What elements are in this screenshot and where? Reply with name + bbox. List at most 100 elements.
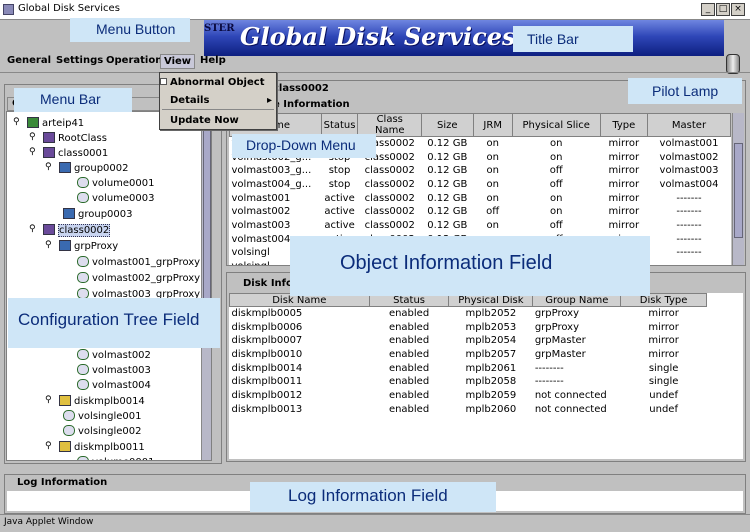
object-cell: mirror — [608, 165, 640, 177]
tree-scrollbar-thumb[interactable] — [203, 120, 211, 320]
disk-cell: enabled — [388, 403, 430, 415]
tree-node-volmast002[interactable]: volmast002 — [77, 349, 151, 361]
volume-icon — [77, 177, 89, 188]
object-cell: on — [486, 138, 499, 150]
collapse-icon[interactable]: ⚲ — [29, 224, 36, 234]
col-physical-slice[interactable]: Physical Slice — [511, 113, 601, 137]
disk-information-panel: Disk Info Disk Name Status Physical Disk… — [226, 272, 746, 462]
object-cell: 0.12 GB — [427, 219, 468, 231]
collapse-icon[interactable]: ⚲ — [45, 395, 52, 405]
disk-row[interactable]: diskmplb0005 enabled mplb2052 grpProxy mirro… — [230, 307, 707, 321]
disk-row[interactable]: diskmplb0006 enabled mplb2053 grpProxy mirro… — [230, 320, 707, 334]
disk-cell: single — [648, 362, 679, 374]
maximize-icon[interactable]: □ — [716, 3, 730, 16]
col-size[interactable]: Size — [420, 113, 474, 137]
collapse-icon[interactable]: ⚲ — [45, 441, 52, 451]
tree-node-rootclass[interactable]: ⚲ RootClass — [29, 132, 107, 144]
tree-node-volume0001[interactable]: volume0001 — [77, 177, 155, 189]
tree-node-grpproxy[interactable]: ⚲ grpProxy — [45, 240, 118, 252]
object-cell: active — [324, 192, 355, 204]
tree-node-label: arteip41 — [42, 118, 85, 129]
disk-row[interactable]: diskmplb0014 enabled mplb2061 -------- singl… — [230, 361, 707, 375]
checkbox-icon[interactable] — [160, 78, 167, 85]
tree-node-volume0003[interactable]: volume0003 — [77, 192, 155, 204]
disk-row[interactable]: diskmplb0011 enabled mplb2058 -------- singl… — [230, 375, 707, 389]
tree-node-diskmplb0014[interactable]: ⚲ diskmplb0014 — [45, 395, 145, 407]
tree-node-class0002[interactable]: ⚲ class0002 — [29, 224, 111, 237]
object-scrollbar-thumb[interactable] — [734, 143, 743, 238]
object-row[interactable]: volmast001 active class0002 0.12 GB on on mirr… — [230, 191, 731, 205]
minimize-icon[interactable]: _ — [701, 3, 715, 16]
tree-node-volmast003[interactable]: volmast003 — [77, 364, 151, 376]
object-row[interactable]: volmast003_g... stop class0002 0.12 GB on off… — [230, 164, 731, 178]
col-jrm[interactable]: JRM — [472, 113, 513, 137]
disk-cell: diskmplb0006 — [231, 321, 303, 333]
object-row[interactable]: volmast002 active class0002 0.12 GB off on mir… — [230, 205, 731, 219]
object-cell: on — [549, 151, 563, 163]
volume-icon — [77, 364, 89, 375]
disk-row[interactable]: diskmplb0013 enabled mplb2060 not connected… — [230, 402, 707, 416]
object-cell: mirror — [608, 138, 640, 150]
callout-menu-button: Menu Button — [70, 18, 190, 42]
object-cell: mirror — [608, 219, 640, 231]
tree-node-diskmplb0011[interactable]: ⚲ diskmplb0011 — [45, 441, 145, 453]
tree-node-volsingle001[interactable]: volsingle001 — [63, 410, 142, 422]
tree-node-volmast001-grpproxy[interactable]: volmast001_grpProxy — [77, 256, 200, 268]
tree-node-class0001[interactable]: ⚲ class0001 — [29, 147, 108, 159]
disk-row[interactable]: diskmplb0012 enabled mplb2059 not connected… — [230, 389, 707, 403]
object-cell: volmast003 — [659, 165, 719, 177]
tree-node-label: volume0003 — [92, 193, 155, 204]
disk-cell: diskmplb0014 — [231, 362, 303, 374]
tree-node-group0003[interactable]: group0003 — [63, 208, 133, 220]
tree-scrollbar[interactable] — [201, 112, 211, 460]
collapse-icon[interactable]: ⚲ — [13, 117, 20, 127]
disk-cell: diskmplb0010 — [231, 348, 303, 360]
col-master[interactable]: Master — [646, 113, 731, 137]
view-dropdown-menu: Abnormal Object Details ▸ Update Now — [159, 72, 277, 130]
disk-cell: grpMaster — [534, 335, 586, 347]
object-row[interactable]: volmast004_g... stop class0002 0.12 GB on off… — [230, 178, 731, 192]
object-row[interactable]: volmast003 active class0002 0.12 GB on off mir… — [230, 219, 731, 233]
tree-node-label: volume0001 — [92, 457, 155, 460]
disk-cell: -------- — [534, 362, 564, 374]
tree-node-group0002[interactable]: ⚲ group0002 — [45, 162, 129, 174]
menu-operation[interactable]: Operation — [106, 55, 162, 66]
object-cell: ------- — [676, 219, 702, 231]
collapse-icon[interactable]: ⚲ — [29, 147, 36, 157]
tree-node-label: volmast003_grpProxy — [92, 289, 201, 298]
disk-cell: mirror — [648, 335, 679, 347]
disk-cell: enabled — [388, 362, 430, 374]
disk-cell: enabled — [388, 389, 430, 401]
menu-settings[interactable]: Settings — [56, 55, 103, 66]
collapse-icon[interactable]: ⚲ — [45, 162, 52, 172]
disk-row[interactable]: diskmplb0007 enabled mplb2054 grpMaster mirr… — [230, 334, 707, 348]
group-icon — [59, 240, 71, 251]
menu-item-abnormal-object[interactable]: Abnormal Object — [160, 77, 274, 88]
menu-general[interactable]: General — [7, 55, 51, 66]
menu-help[interactable]: Help — [200, 55, 226, 66]
callout-pilot-lamp: Pilot Lamp — [628, 78, 742, 104]
tree-node-label: volsingle002 — [78, 426, 142, 437]
log-panel-title: Log Information — [17, 477, 108, 488]
menu-item-details[interactable]: Details ▸ — [162, 95, 274, 106]
tree-node-host[interactable]: ⚲ arteip41 — [13, 117, 84, 129]
tree-node-volsingle002[interactable]: volsingle002 — [63, 425, 142, 437]
tree-node-volmast004[interactable]: volmast004 — [77, 379, 151, 391]
menu-item-update-now[interactable]: Update Now — [162, 115, 274, 126]
volume-icon — [77, 288, 89, 298]
disk-cell: diskmplb0012 — [231, 389, 303, 401]
pilot-lamp-icon[interactable] — [726, 54, 740, 74]
tree-node-volume0001-b[interactable]: volume0001 — [77, 456, 155, 460]
object-cell: ------- — [647, 260, 730, 265]
close-icon[interactable]: × — [731, 3, 745, 16]
expand-icon[interactable]: ⚲ — [29, 132, 36, 142]
tree-node-volmast003-grpproxy[interactable]: volmast003_grpProxy — [77, 288, 200, 298]
disk-row[interactable]: diskmplb0010 enabled mplb2057 grpMaster mirr… — [230, 348, 707, 362]
object-table-scrollbar[interactable] — [732, 113, 744, 265]
menu-view[interactable]: View — [160, 54, 196, 69]
tree-node-volmast002-grpproxy[interactable]: volmast002_grpProxy — [77, 272, 200, 284]
col-type[interactable]: Type — [599, 113, 648, 137]
collapse-icon[interactable]: ⚲ — [45, 240, 52, 250]
tree-node-label-selected: class0002 — [58, 224, 111, 237]
object-cell: mirror — [608, 151, 640, 163]
